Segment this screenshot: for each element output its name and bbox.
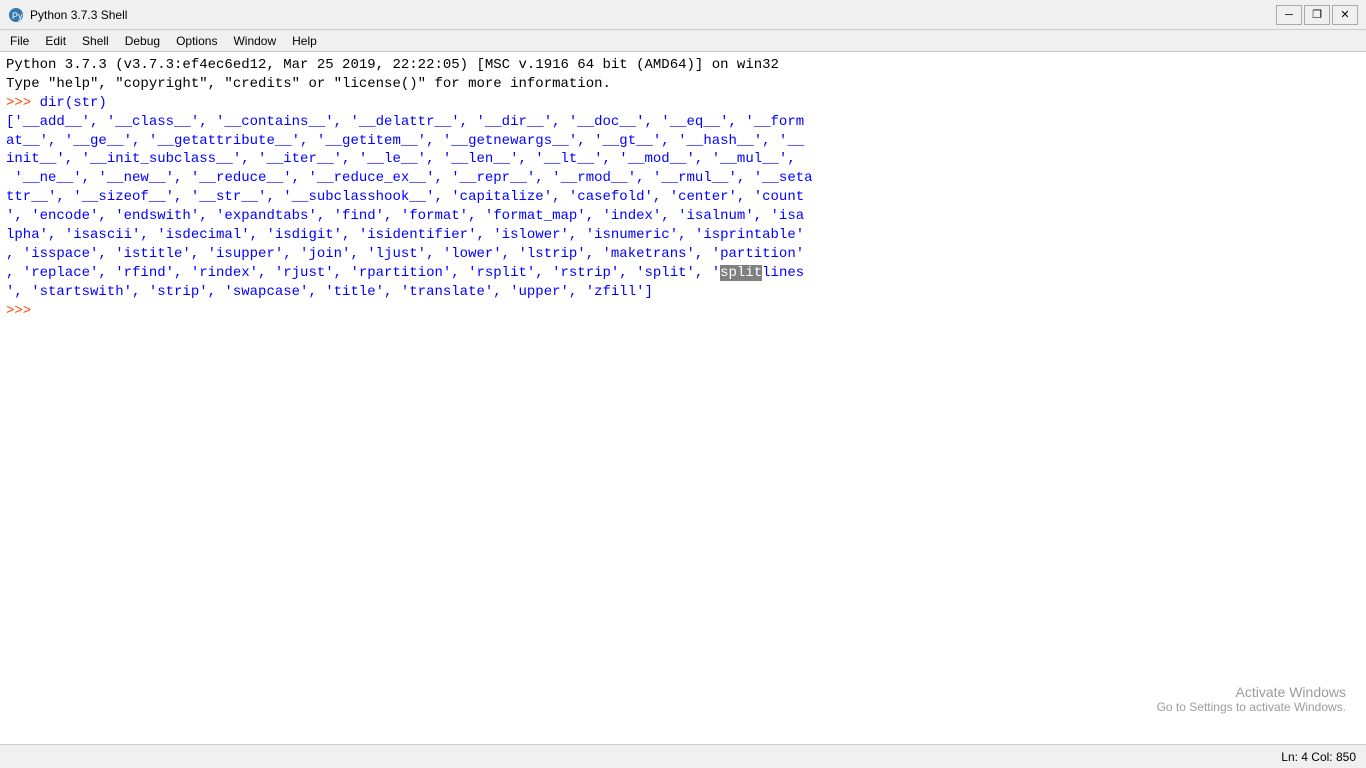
- header-line-1: Python 3.7.3 (v3.7.3:ef4ec6ed12, Mar 25 …: [6, 56, 1360, 75]
- status-bar: Ln: 4 Col: 850: [0, 744, 1366, 768]
- activate-windows-subtitle: Go to Settings to activate Windows.: [1157, 700, 1346, 714]
- menu-file[interactable]: File: [2, 32, 37, 50]
- restore-button[interactable]: ❐: [1304, 5, 1330, 25]
- output-line-5: ttr__', '__sizeof__', '__str__', '__subc…: [6, 188, 1360, 207]
- output-line-1: ['__add__', '__class__', '__contains__',…: [6, 113, 1360, 132]
- svg-text:Py: Py: [12, 11, 23, 21]
- split-highlight: split: [720, 265, 762, 281]
- menu-bar: File Edit Shell Debug Options Window Hel…: [0, 30, 1366, 52]
- prompt-cursor: [31, 303, 39, 319]
- output-line-3: init__', '__init_subclass__', '__iter__'…: [6, 150, 1360, 169]
- title-bar-left: Py Python 3.7.3 Shell: [8, 7, 127, 23]
- status-position: Ln: 4 Col: 850: [1281, 750, 1356, 764]
- activate-windows-title: Activate Windows: [1157, 684, 1346, 700]
- minimize-button[interactable]: ─: [1276, 5, 1302, 25]
- menu-edit[interactable]: Edit: [37, 32, 74, 50]
- close-button[interactable]: ✕: [1332, 5, 1358, 25]
- title-bar-controls: ─ ❐ ✕: [1276, 5, 1358, 25]
- prompt-arrow-2: >>>: [6, 303, 31, 319]
- menu-help[interactable]: Help: [284, 32, 325, 50]
- title-bar: Py Python 3.7.3 Shell ─ ❐ ✕: [0, 0, 1366, 30]
- output-line-4: '__ne__', '__new__', '__reduce__', '__re…: [6, 169, 1360, 188]
- output-line-9: , 'replace', 'rfind', 'rindex', 'rjust',…: [6, 264, 1360, 283]
- header-line-2: Type "help", "copyright", "credits" or "…: [6, 75, 1360, 94]
- menu-options[interactable]: Options: [168, 32, 225, 50]
- output-line-7: lpha', 'isascii', 'isdecimal', 'isdigit'…: [6, 226, 1360, 245]
- shell-content[interactable]: Python 3.7.3 (v3.7.3:ef4ec6ed12, Mar 25 …: [0, 52, 1366, 744]
- title-bar-title: Python 3.7.3 Shell: [30, 8, 127, 22]
- command-prompt-1: >>> dir(str): [6, 94, 1360, 113]
- output-line-8: , 'isspace', 'istitle', 'isupper', 'join…: [6, 245, 1360, 264]
- menu-shell[interactable]: Shell: [74, 32, 117, 50]
- output-line-10: ', 'startswith', 'strip', 'swapcase', 't…: [6, 283, 1360, 302]
- activate-windows-watermark: Activate Windows Go to Settings to activ…: [1157, 684, 1346, 714]
- menu-debug[interactable]: Debug: [117, 32, 168, 50]
- command-1: dir(str): [40, 95, 107, 111]
- prompt-space: [31, 95, 39, 111]
- output-line-2: at__', '__ge__', '__getattribute__', '__…: [6, 132, 1360, 151]
- python-icon: Py: [8, 7, 24, 23]
- command-prompt-2: >>>: [6, 302, 1360, 321]
- output-line-6: ', 'encode', 'endswith', 'expandtabs', '…: [6, 207, 1360, 226]
- prompt-arrow-1: >>>: [6, 95, 31, 111]
- menu-window[interactable]: Window: [225, 32, 284, 50]
